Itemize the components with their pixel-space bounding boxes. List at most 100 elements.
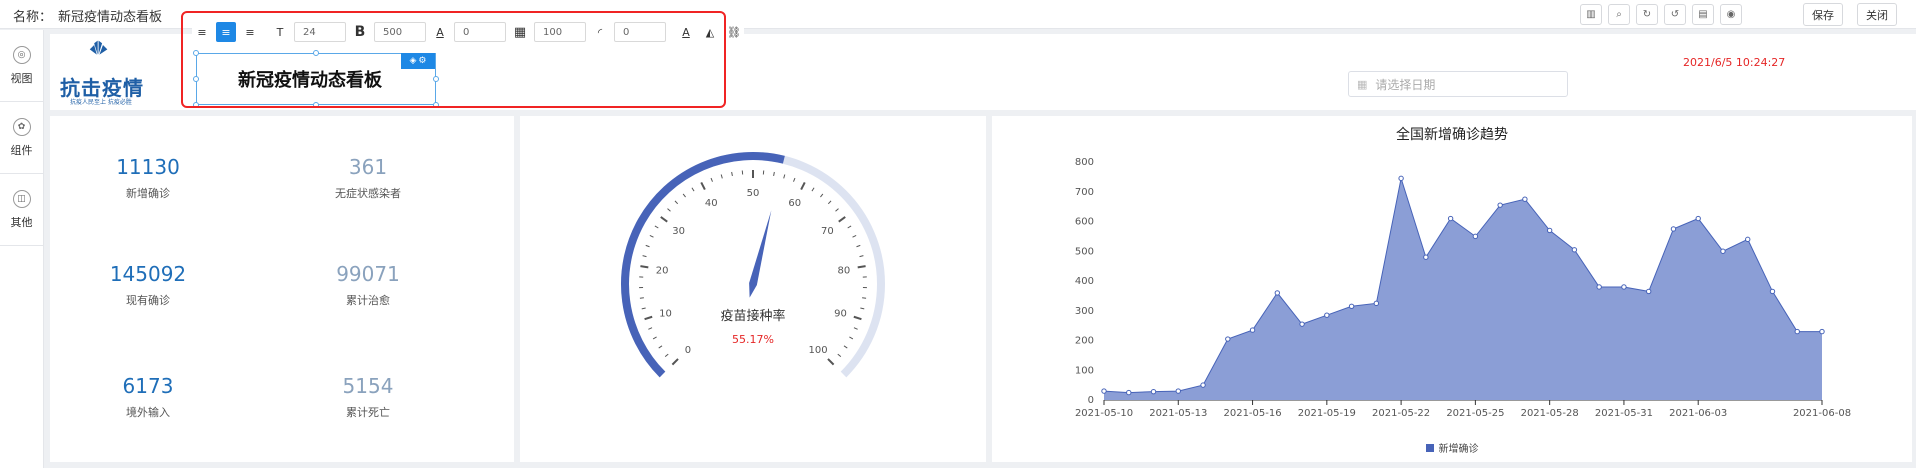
rail-item-other[interactable]: ◫ 其他: [0, 174, 43, 246]
data-point[interactable]: [1596, 284, 1602, 290]
opacity-icon: ▦: [513, 24, 527, 40]
opacity-input[interactable]: 100: [534, 22, 586, 42]
chart-legend[interactable]: 新增确诊: [992, 440, 1912, 455]
y-tick-label: 700: [1075, 187, 1094, 198]
resize-handle[interactable]: [313, 102, 319, 108]
settings-icon[interactable]: ⚙: [418, 56, 426, 66]
gauge-minor-tick: [654, 225, 659, 229]
resize-handle[interactable]: [433, 102, 439, 108]
gauge-minor-tick: [648, 327, 653, 330]
resize-handle[interactable]: [193, 76, 199, 82]
current-datetime: 2021/6/5 10:24:27: [1683, 56, 1786, 69]
vaccination-gauge: 0 10 20 30 40 50 60 70 80 90 100: [621, 152, 885, 378]
gauge-tick-label: 50: [747, 188, 760, 199]
data-point[interactable]: [1373, 300, 1380, 307]
letter-spacing-input[interactable]: 0: [454, 22, 506, 42]
align-right-icon[interactable]: ≡: [240, 22, 260, 42]
other-icon: ◫: [12, 189, 31, 208]
y-tick-label: 400: [1075, 276, 1094, 287]
x-tick-label: 2021-05-16: [1223, 408, 1281, 419]
data-point[interactable]: [1447, 215, 1454, 222]
data-point[interactable]: [1497, 202, 1503, 208]
data-point[interactable]: [1398, 175, 1404, 182]
stat-label: 现有确诊: [126, 294, 170, 307]
data-point[interactable]: [1745, 236, 1751, 243]
data-point[interactable]: [1472, 233, 1479, 240]
stat-new-confirmed: 11130 新增确诊: [68, 155, 228, 201]
data-point[interactable]: [1126, 389, 1132, 396]
y-tick-label: 600: [1075, 217, 1094, 228]
save-button[interactable]: 保存: [1803, 3, 1843, 26]
document-icon[interactable]: ▤: [1692, 4, 1714, 25]
gauge-tick-label: 30: [672, 226, 685, 237]
radius-input[interactable]: 0: [614, 22, 666, 42]
data-point[interactable]: [1571, 247, 1578, 253]
font-color-icon[interactable]: A: [676, 22, 696, 42]
gauge-title: 疫苗接种率: [720, 309, 786, 324]
data-point[interactable]: [1819, 328, 1825, 335]
align-center-icon[interactable]: ≡: [216, 22, 236, 42]
resize-handle[interactable]: [433, 76, 439, 82]
data-point[interactable]: [1621, 284, 1627, 290]
gauge-minor-tick: [667, 208, 671, 212]
gauge-value: 55.17%: [732, 333, 774, 346]
rail-item-components[interactable]: ✿ 组件: [0, 102, 43, 174]
data-point[interactable]: [1769, 288, 1776, 295]
data-point[interactable]: [1645, 288, 1652, 295]
data-point[interactable]: [1175, 388, 1181, 394]
fill-color-icon[interactable]: ◭: [700, 22, 720, 42]
date-picker[interactable]: ▦ 请选择日期: [1348, 71, 1568, 97]
data-point[interactable]: [1225, 336, 1231, 342]
data-point[interactable]: [1150, 388, 1157, 395]
data-point[interactable]: [1522, 196, 1528, 202]
data-point[interactable]: [1200, 382, 1206, 388]
x-tick-label: 2021-05-25: [1446, 408, 1504, 419]
data-point[interactable]: [1348, 303, 1355, 309]
view-icon: ◎: [12, 45, 31, 64]
gauge-major-tick: [700, 181, 706, 191]
stat-value: 6173: [122, 374, 174, 398]
rail-item-view[interactable]: ◎ 视图: [0, 30, 43, 102]
data-point[interactable]: [1249, 327, 1256, 333]
data-point[interactable]: [1324, 312, 1330, 318]
data-point[interactable]: [1546, 227, 1553, 234]
gauge-minor-tick: [843, 345, 848, 349]
data-point[interactable]: [1299, 321, 1305, 327]
font-size-input[interactable]: 24: [294, 22, 346, 42]
name-label: 名称：: [13, 10, 53, 25]
gauge-minor-tick: [837, 353, 842, 358]
refresh-icon[interactable]: ↻: [1636, 4, 1658, 25]
eye-icon[interactable]: ◉: [1720, 4, 1742, 25]
resize-handle[interactable]: [193, 50, 199, 56]
gauge-minor-tick: [664, 353, 669, 358]
layers-icon[interactable]: ◈: [410, 56, 417, 66]
gauge-tick-label: 60: [788, 198, 801, 209]
stat-value: 11130: [116, 155, 180, 179]
data-point[interactable]: [1101, 388, 1107, 394]
y-tick-label: 100: [1075, 365, 1094, 376]
data-point[interactable]: [1794, 328, 1800, 335]
search-icon[interactable]: ⌕: [1608, 4, 1630, 25]
data-point[interactable]: [1670, 226, 1677, 232]
gauge-minor-tick: [811, 187, 815, 192]
close-button[interactable]: 关闭: [1857, 3, 1897, 26]
dashboard-title[interactable]: 新冠疫情动态看板: [238, 66, 382, 92]
font-weight-input[interactable]: 500: [374, 22, 426, 42]
data-point[interactable]: [1720, 248, 1726, 254]
align-left-icon[interactable]: ≡: [192, 22, 212, 42]
name-value: 新冠疫情动态看板: [58, 10, 163, 25]
stat-asymptomatic: 361 无症状感染者: [288, 155, 448, 201]
data-point[interactable]: [1695, 215, 1701, 222]
legend-swatch: [1425, 443, 1434, 452]
format-toolbar: ≡ ≡ ≡ T 24 B 500 A 0 ▦ 100 ◜ 0 A ◭ ⛓: [192, 19, 744, 45]
grid-icon[interactable]: ▥: [1580, 4, 1602, 25]
data-point[interactable]: [1423, 254, 1429, 260]
resize-handle[interactable]: [193, 102, 199, 108]
undo-icon[interactable]: ↺: [1664, 4, 1686, 25]
link-icon[interactable]: ⛓: [724, 22, 744, 42]
gauge-minor-tick: [860, 307, 865, 310]
resize-handle[interactable]: [313, 50, 319, 56]
y-tick-label: 500: [1075, 246, 1094, 257]
rail-item-label: 其他: [10, 215, 33, 229]
data-point[interactable]: [1274, 290, 1281, 296]
